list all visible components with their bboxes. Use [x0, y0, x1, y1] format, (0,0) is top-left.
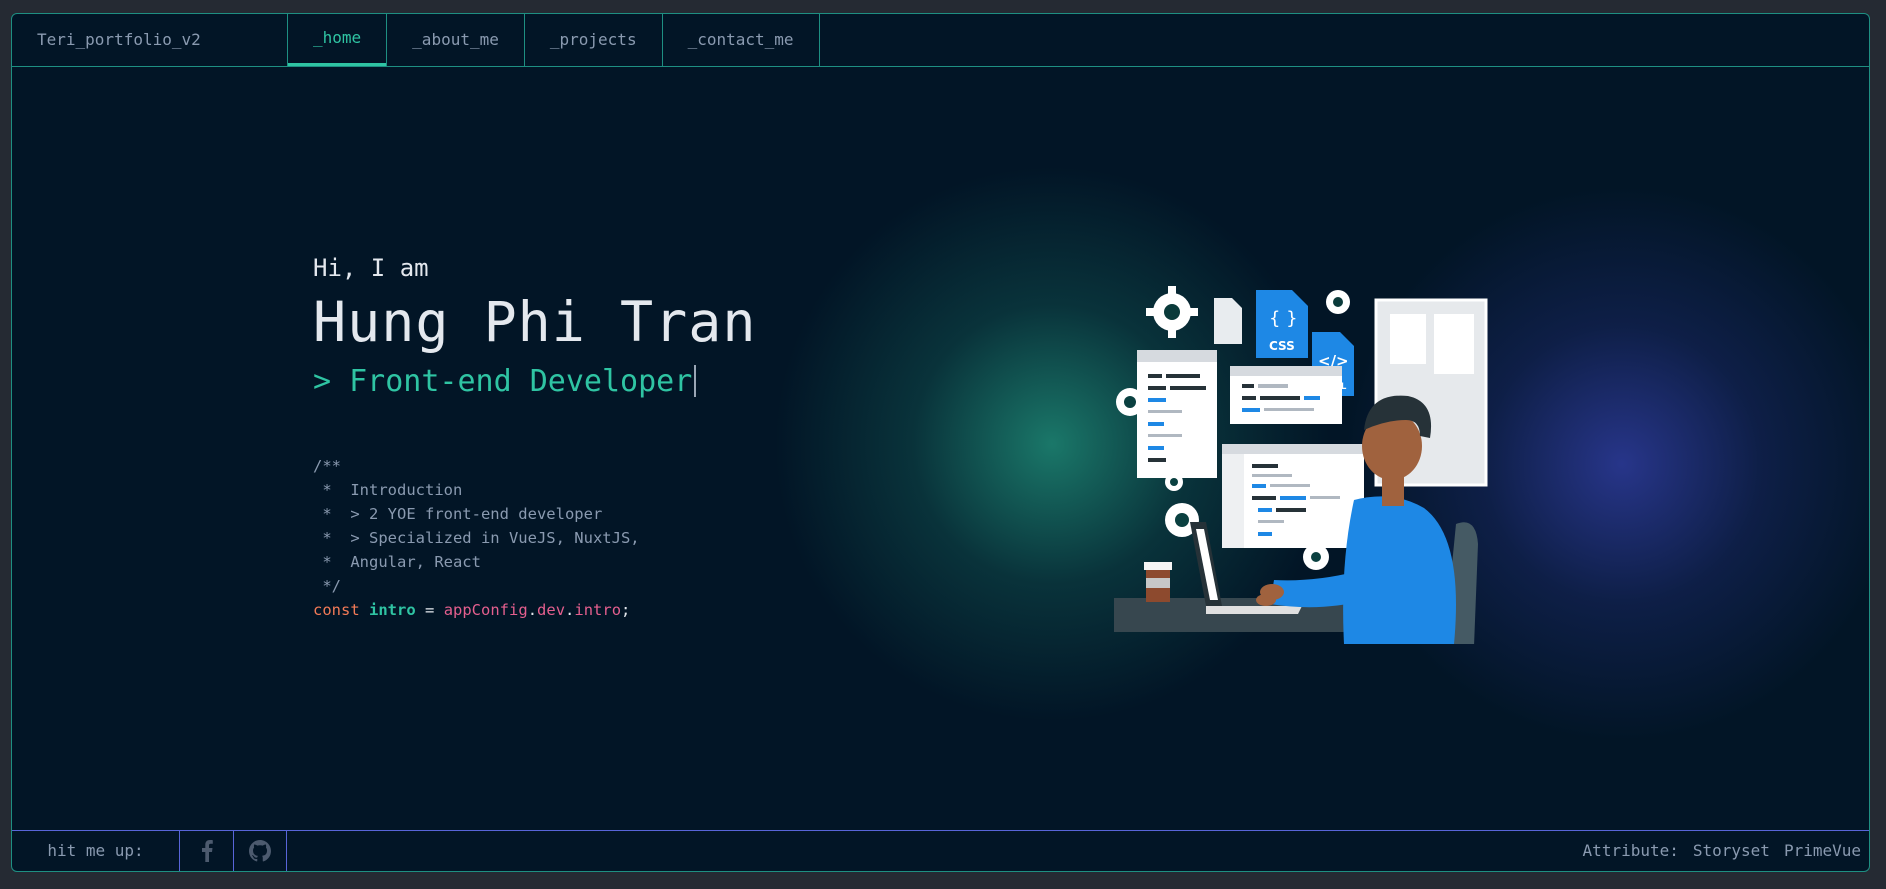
tab-about-me[interactable]: _about_me	[386, 14, 524, 66]
code-line: const intro = appConfig.dev.intro;	[313, 598, 756, 622]
role-text: > Front-end Developer	[313, 364, 693, 399]
code-semicolon: ;	[621, 601, 631, 619]
tab-home[interactable]: _home	[287, 14, 387, 66]
facebook-icon	[201, 840, 213, 862]
code-object: intro	[574, 601, 622, 619]
css-file-icon: { } CSS	[1256, 290, 1308, 358]
code-operator: =	[415, 601, 444, 619]
comment-line: */	[313, 577, 341, 595]
comment-line: * > 2 YOE front-end developer	[313, 505, 603, 523]
svg-text:{ }: { }	[1269, 308, 1298, 329]
code-window	[1230, 366, 1342, 424]
code-window	[1137, 350, 1217, 478]
brand-title: Teri_portfolio_v2	[37, 30, 201, 49]
greeting: Hi, I am	[313, 254, 429, 282]
code-dot: .	[565, 601, 575, 619]
facebook-link[interactable]	[179, 831, 233, 871]
footer: hit me up: Attribute: Storyset PrimeVue	[12, 830, 1869, 871]
attribute-label: Attribute:	[1582, 841, 1679, 860]
comment-line: * Angular, React	[313, 553, 481, 571]
developer-illustration: { } CSS </> HTML	[1114, 286, 1488, 644]
gear-icon	[1326, 290, 1350, 314]
app-window: Teri_portfolio_v2 _home _about_me _proje…	[11, 13, 1870, 872]
github-icon	[249, 840, 271, 862]
hero-section: Hi, I am Hung Phi Tran > Front-end Devel…	[313, 254, 756, 622]
code-dot: .	[527, 601, 538, 619]
intro-code-block: /** * Introduction * > 2 YOE front-end d…	[313, 454, 756, 622]
code-window	[1222, 444, 1364, 548]
css-label: CSS	[1269, 339, 1295, 353]
document-icon	[1214, 298, 1242, 344]
top-nav: Teri_portfolio_v2 _home _about_me _proje…	[12, 14, 1869, 67]
comment-line: * > Specialized in VueJS, NuxtJS,	[313, 529, 640, 547]
code-keyword: const	[313, 601, 360, 619]
github-link[interactable]	[233, 831, 287, 871]
gear-icon	[1146, 286, 1198, 338]
attribution: Attribute: Storyset PrimeVue	[1583, 831, 1869, 871]
tab-projects[interactable]: _projects	[523, 14, 662, 66]
role-line: > Front-end Developer	[313, 364, 756, 399]
code-variable: intro	[369, 601, 416, 619]
comment-line: /**	[313, 457, 341, 475]
code-object: appConfig	[443, 601, 528, 619]
code-object: dev	[537, 601, 566, 619]
developer-name: Hung Phi Tran	[313, 290, 757, 354]
note	[1434, 314, 1474, 374]
hit-me-up-label: hit me up:	[47, 841, 144, 860]
primevue-link[interactable]: PrimeVue	[1784, 841, 1861, 860]
coffee-cup-icon	[1144, 562, 1172, 602]
text-cursor	[694, 365, 697, 397]
comment-line: * Introduction	[313, 481, 463, 499]
storyset-link[interactable]: Storyset	[1693, 841, 1770, 860]
note	[1390, 314, 1426, 364]
tab-contact-me[interactable]: _contact_me	[661, 14, 820, 66]
